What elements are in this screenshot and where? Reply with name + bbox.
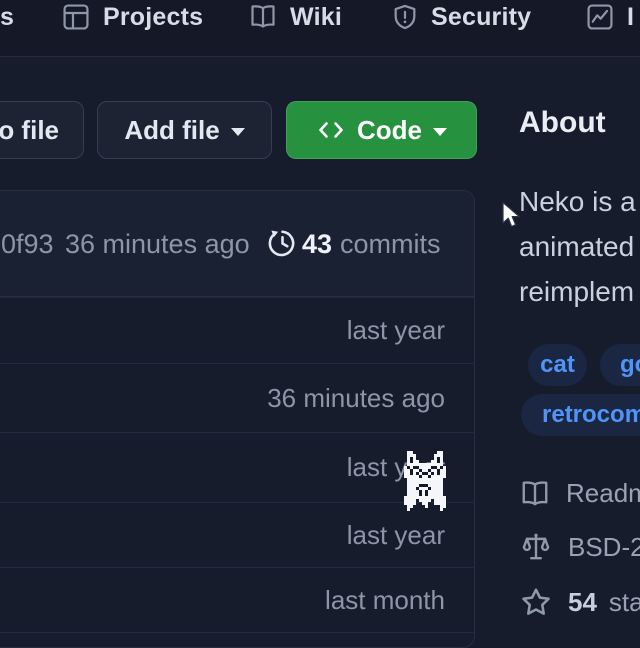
- top-navigation: s Projects Wiki Security: [0, 0, 640, 57]
- nav-item-label: s: [0, 3, 14, 32]
- add-file-button[interactable]: Add file: [97, 101, 272, 159]
- nav-item-label: I: [627, 3, 634, 32]
- commit-bar: 0f93 36 minutes ago 43 commits: [0, 191, 474, 297]
- chevron-down-icon: [231, 128, 245, 136]
- history-icon: [267, 228, 298, 264]
- file-row-date: last year: [347, 520, 445, 550]
- nav-item-label: Wiki: [290, 3, 342, 32]
- license-label: BSD-2: [568, 532, 640, 563]
- file-row-date: last month: [325, 585, 445, 615]
- readme-link[interactable]: Readm: [520, 478, 640, 509]
- about-description-line: Neko is a: [519, 185, 636, 219]
- commit-time: 36 minutes ago: [65, 227, 250, 261]
- topic-tag-go[interactable]: go: [600, 344, 640, 386]
- neko-cat-sprite: [404, 451, 446, 511]
- file-row-date: last year: [347, 315, 445, 345]
- topic-label: retrocomp: [542, 401, 640, 429]
- nav-item-wiki[interactable]: Wiki: [249, 0, 342, 34]
- stars-label: sta: [609, 587, 640, 618]
- table-row[interactable]: last year: [0, 502, 474, 567]
- book-icon: [249, 3, 277, 31]
- shield-icon: [391, 3, 419, 31]
- license-link[interactable]: BSD-2: [520, 531, 640, 563]
- table-icon: [62, 3, 90, 31]
- table-row[interactable]: [0, 632, 474, 645]
- table-row[interactable]: last year: [0, 432, 474, 502]
- topic-label: go: [620, 351, 640, 379]
- about-description-line: reimplem: [519, 275, 634, 309]
- file-table: 0f93 36 minutes ago 43 commits last year…: [0, 190, 475, 648]
- nav-item-security[interactable]: Security: [391, 0, 531, 34]
- file-row-date: 36 minutes ago: [267, 383, 445, 413]
- commits-count[interactable]: 43: [302, 227, 332, 261]
- table-row[interactable]: last month: [0, 567, 474, 632]
- code-icon: [316, 118, 346, 142]
- commit-hash[interactable]: 0f93: [1, 227, 54, 261]
- table-row[interactable]: 36 minutes ago: [0, 363, 474, 432]
- go-to-file-button[interactable]: o file: [0, 101, 84, 159]
- topic-tag-cat[interactable]: cat: [528, 344, 587, 386]
- nav-item-insights[interactable]: I: [586, 0, 634, 34]
- graph-icon: [586, 3, 614, 31]
- nav-item-label: Security: [431, 3, 531, 32]
- about-description-line: animated: [519, 230, 634, 264]
- go-to-file-label: o file: [0, 115, 59, 146]
- topic-tag-retrocomputing[interactable]: retrocomp: [521, 394, 640, 436]
- nav-item-label: Projects: [103, 3, 203, 32]
- nav-item-projects[interactable]: Projects: [62, 0, 203, 34]
- add-file-label: Add file: [124, 115, 219, 146]
- about-heading: About: [519, 106, 606, 140]
- table-row[interactable]: last year: [0, 297, 474, 363]
- book-icon: [520, 479, 550, 509]
- chevron-down-icon: [433, 128, 447, 136]
- commits-label[interactable]: commits: [340, 227, 441, 261]
- code-button[interactable]: Code: [286, 101, 477, 159]
- law-icon: [520, 531, 552, 563]
- topic-label: cat: [540, 351, 575, 379]
- code-label: Code: [357, 115, 422, 146]
- nav-item-partial[interactable]: s: [0, 0, 14, 34]
- mouse-cursor-icon: [500, 201, 524, 234]
- readme-label: Readm: [566, 478, 640, 509]
- star-icon: [520, 586, 552, 618]
- stars-link[interactable]: 54 sta: [520, 586, 640, 618]
- stars-count: 54: [568, 587, 597, 618]
